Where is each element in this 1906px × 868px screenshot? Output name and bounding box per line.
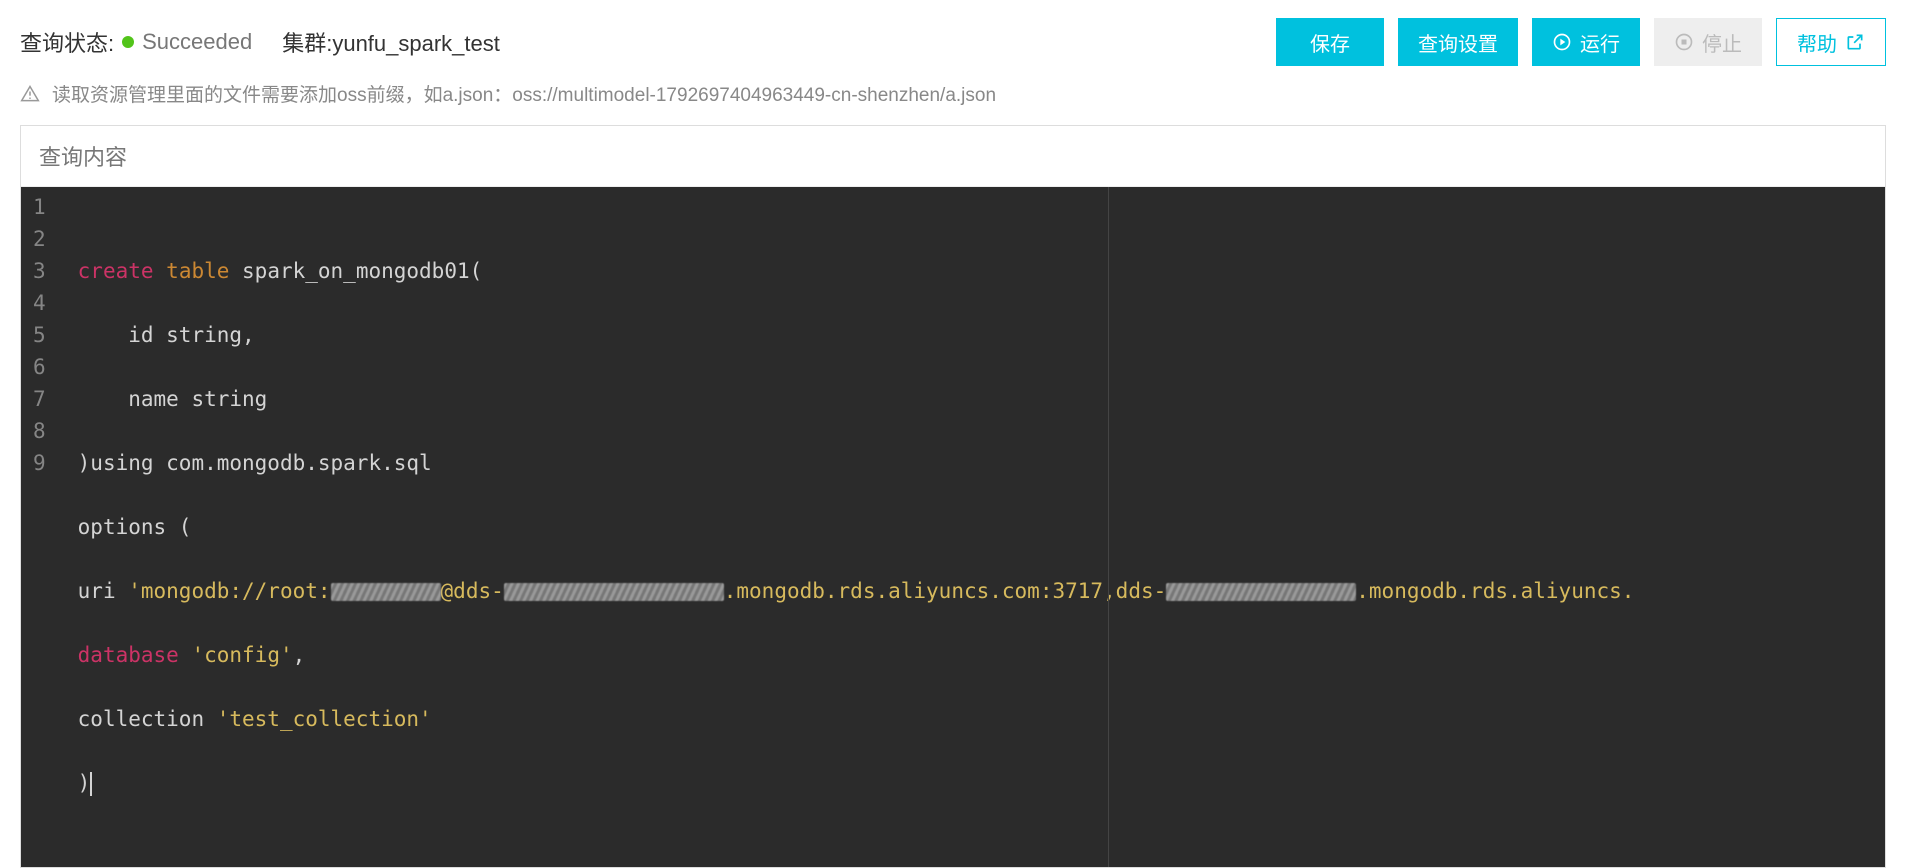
code-line: )using com.mongodb.spark.sql: [78, 447, 1875, 479]
line-number: 1: [33, 191, 46, 223]
code-line: collection 'test_collection': [78, 703, 1875, 735]
text-cursor: [90, 772, 92, 796]
line-number: 6: [33, 351, 46, 383]
stop-circle-icon: [1674, 32, 1694, 52]
line-number: 9: [33, 447, 46, 479]
code-line: database 'config',: [78, 639, 1875, 671]
editor-title: 查询内容: [21, 126, 1885, 187]
warning-triangle-icon: [20, 84, 40, 104]
line-number: 4: [33, 287, 46, 319]
line-number: 2: [33, 223, 46, 255]
help-button-label: 帮助: [1797, 28, 1837, 57]
line-number: 3: [33, 255, 46, 287]
run-button-label: 运行: [1580, 28, 1620, 57]
code-line: create table spark_on_mongodb01(: [78, 255, 1875, 287]
redacted-text: [1166, 583, 1356, 601]
external-link-icon: [1845, 32, 1865, 52]
editor-panel: 查询内容 1 2 3 4 5 6 7 8 9 create table spar…: [20, 125, 1886, 868]
query-settings-button[interactable]: 查询设置: [1398, 18, 1518, 66]
status-dot-icon: [122, 36, 134, 48]
line-gutter: 1 2 3 4 5 6 7 8 9: [21, 187, 68, 867]
code-line: name string: [78, 383, 1875, 415]
line-number: 7: [33, 383, 46, 415]
code-line: id string,: [78, 319, 1875, 351]
help-button[interactable]: 帮助: [1776, 18, 1886, 66]
line-number: 8: [33, 415, 46, 447]
code-area[interactable]: create table spark_on_mongodb01( id stri…: [68, 187, 1885, 867]
save-button-label: 保存: [1310, 28, 1350, 57]
notice-bar: 读取资源管理里面的文件需要添加oss前缀，如a.json：oss://multi…: [0, 74, 1906, 125]
status-value: Succeeded: [142, 29, 252, 55]
redacted-text: [504, 583, 724, 601]
play-circle-icon: [1552, 32, 1572, 52]
code-line: options (: [78, 511, 1875, 543]
code-line: ): [78, 767, 1875, 799]
cluster-label: 集群:yunfu_spark_test: [282, 26, 500, 58]
stop-button-label: 停止: [1702, 28, 1742, 57]
save-button[interactable]: 保存: [1276, 18, 1384, 66]
redacted-text: [331, 583, 441, 601]
editor-ruler: [1108, 187, 1109, 867]
status-label: 查询状态:: [20, 26, 114, 58]
notice-text: 读取资源管理里面的文件需要添加oss前缀，如a.json：oss://multi…: [52, 80, 996, 107]
run-button[interactable]: 运行: [1532, 18, 1640, 66]
header-bar: 查询状态: Succeeded 集群:yunfu_spark_test 保存 查…: [0, 0, 1906, 74]
stop-button: 停止: [1654, 18, 1762, 66]
code-editor[interactable]: 1 2 3 4 5 6 7 8 9 create table spark_on_…: [21, 187, 1885, 867]
query-settings-label: 查询设置: [1418, 28, 1498, 57]
code-line: uri 'mongodb://root:@dds-.mongodb.rds.al…: [78, 575, 1875, 607]
line-number: 5: [33, 319, 46, 351]
